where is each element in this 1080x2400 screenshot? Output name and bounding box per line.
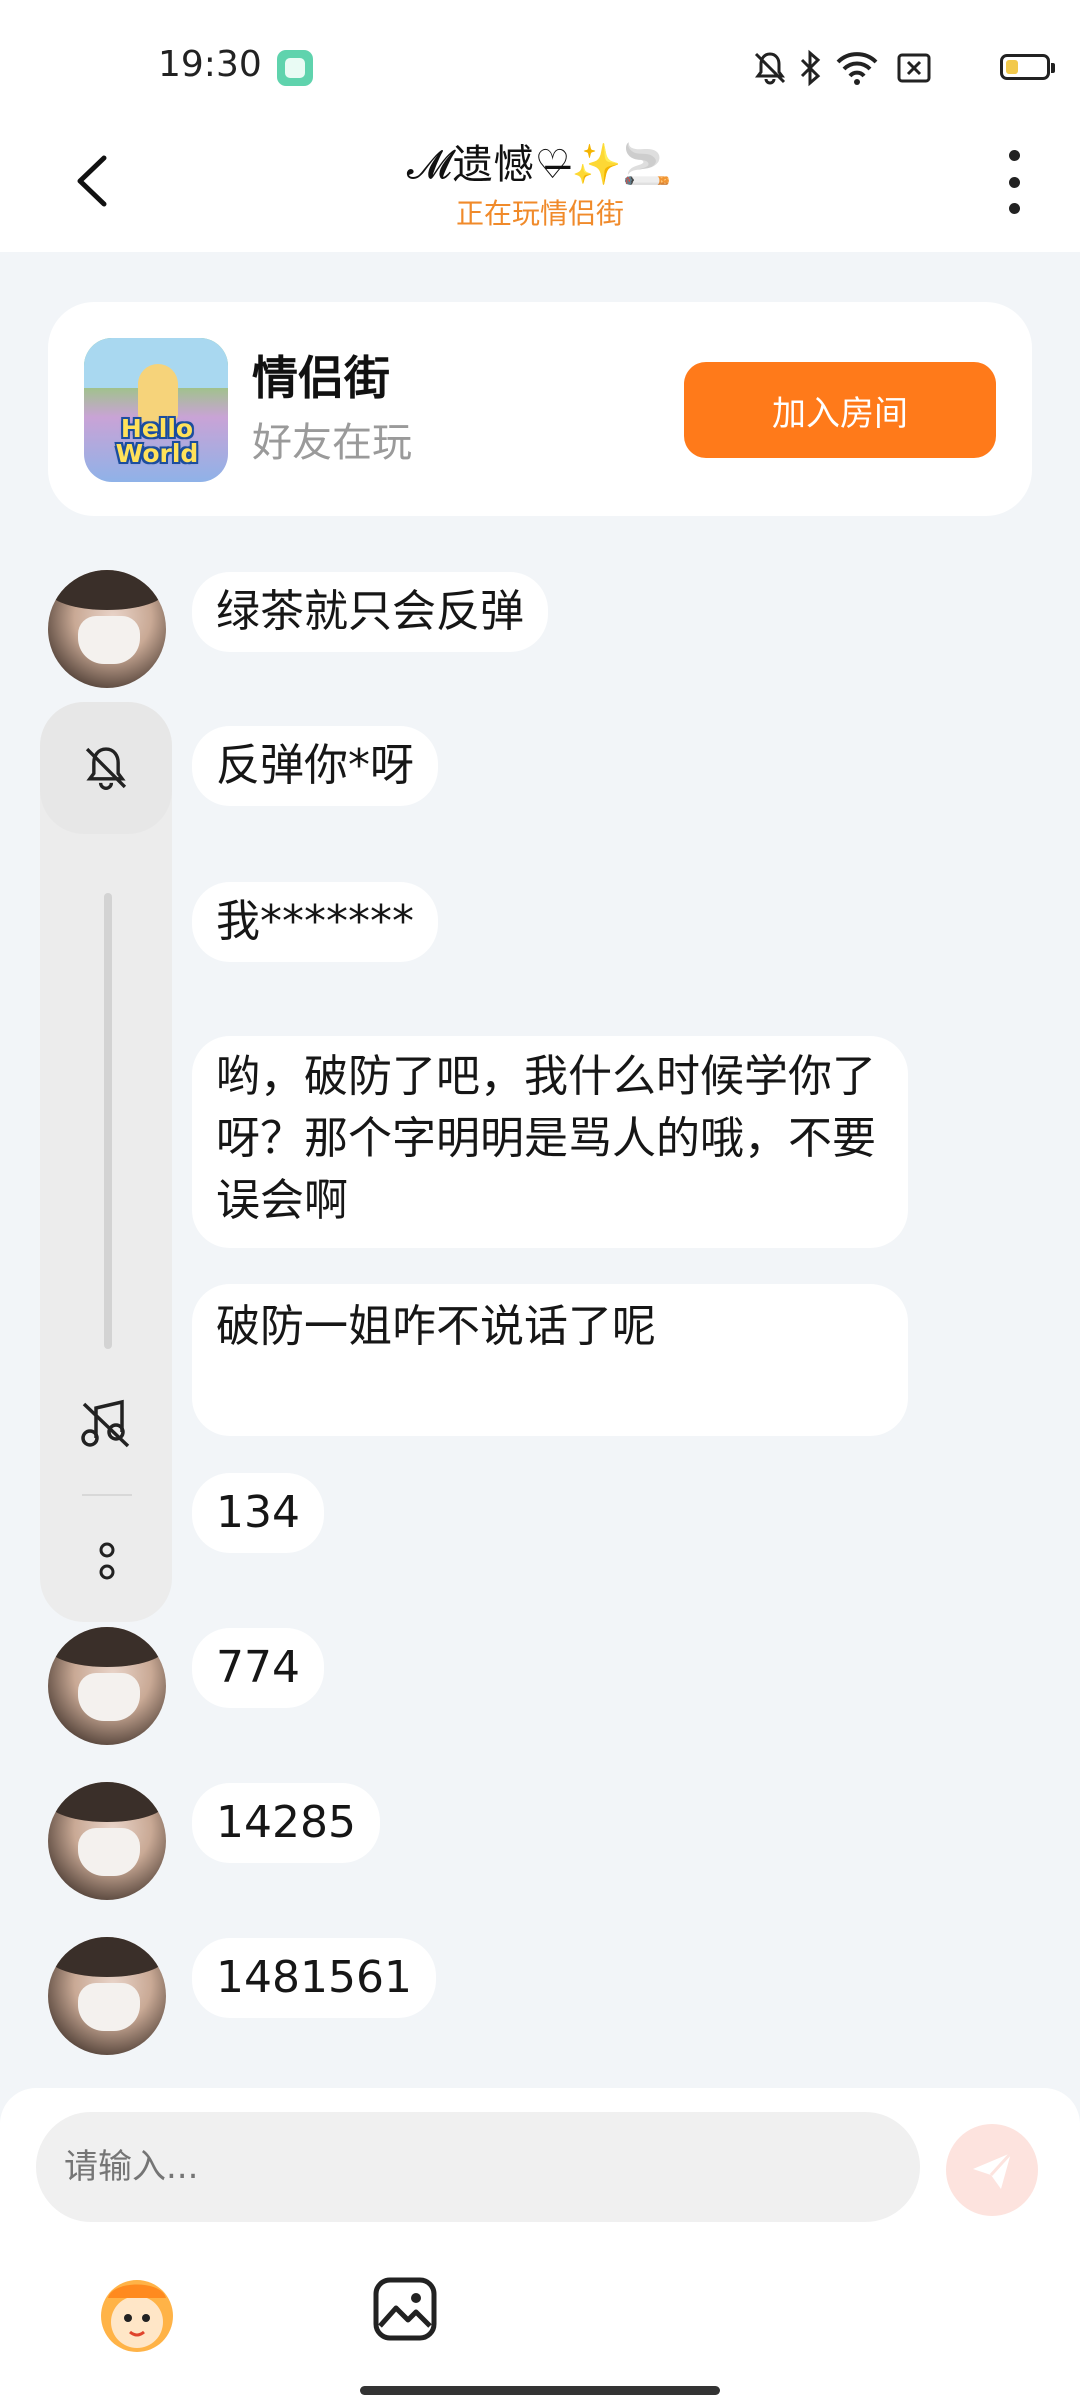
join-room-button[interactable]: 加入房间 [684, 362, 996, 458]
message-bubble[interactable]: 1481561 [192, 1938, 436, 2018]
battery-icon [1000, 54, 1055, 80]
chat-title-block: 𝓜遗憾♡̶✨🚬 正在玩情侣街 [300, 132, 780, 232]
wifi-icon [836, 52, 878, 85]
mute-bell-icon [85, 747, 127, 790]
mute-bell-icon [754, 52, 786, 85]
battery-level-fill [1006, 60, 1018, 74]
home-indicator[interactable] [360, 2386, 720, 2395]
send-button[interactable] [946, 2124, 1038, 2216]
sticker-emoji-icon[interactable] [92, 2268, 182, 2358]
music-off-icon[interactable] [78, 1398, 134, 1450]
mute-notifications-button[interactable] [40, 702, 172, 834]
app-notification-icon [277, 50, 313, 86]
message-bubble[interactable]: 绿茶就只会反弹 [192, 572, 548, 652]
message-bubble[interactable]: 哟，破防了吧，我什么时候学你了呀？那个字明明是骂人的哦，不要误会啊 [192, 1036, 908, 1248]
composer [0, 2088, 1080, 2400]
message-bubble[interactable]: 134 [192, 1473, 324, 1553]
avatar[interactable] [48, 570, 166, 688]
bluetooth-icon [800, 49, 821, 87]
game-card[interactable]: Hello World 情侣街 好友在玩 加入房间 [48, 302, 1032, 516]
message-input[interactable] [36, 2112, 920, 2222]
more-dot-icon [1008, 203, 1020, 214]
avatar[interactable] [48, 1937, 166, 2055]
volume-slider[interactable] [104, 893, 112, 1349]
avatar[interactable] [48, 1627, 166, 1745]
send-icon [973, 2151, 1013, 2189]
back-button[interactable] [62, 146, 122, 216]
game-icon-text: Hello World [115, 414, 199, 468]
game-name: 情侣街 [252, 351, 390, 405]
status-time: 19:30 [158, 44, 262, 85]
more-vertical-icon[interactable] [96, 1540, 118, 1584]
status-icons [750, 48, 1080, 92]
chat-title: 𝓜遗憾♡̶✨🚬 [406, 142, 674, 188]
message-bubble[interactable]: 破防一姐咋不说话了呢 [192, 1284, 908, 1436]
avatar[interactable] [48, 1782, 166, 1900]
message-bubble[interactable]: 14285 [192, 1783, 380, 1863]
no-sim-icon [897, 53, 931, 83]
top-header: 19:30 𝓜遗憾♡̶✨🚬 正在玩情侣街 [0, 0, 1080, 252]
more-dot-icon [1008, 150, 1020, 161]
image-picker-icon[interactable] [370, 2274, 440, 2344]
game-status: 好友在玩 [252, 420, 412, 466]
message-bubble[interactable]: 774 [192, 1628, 324, 1708]
message-bubble[interactable]: 反弹你*呀 [192, 726, 438, 806]
more-dot-icon [1008, 176, 1020, 188]
game-icon: Hello World [84, 338, 228, 482]
chat-subtitle: 正在玩情侣街 [455, 197, 624, 230]
message-bubble[interactable]: 我******* [192, 882, 438, 962]
chevron-left-icon [77, 155, 107, 207]
more-options-button[interactable] [994, 150, 1034, 214]
toolbar-divider [82, 1494, 132, 1496]
